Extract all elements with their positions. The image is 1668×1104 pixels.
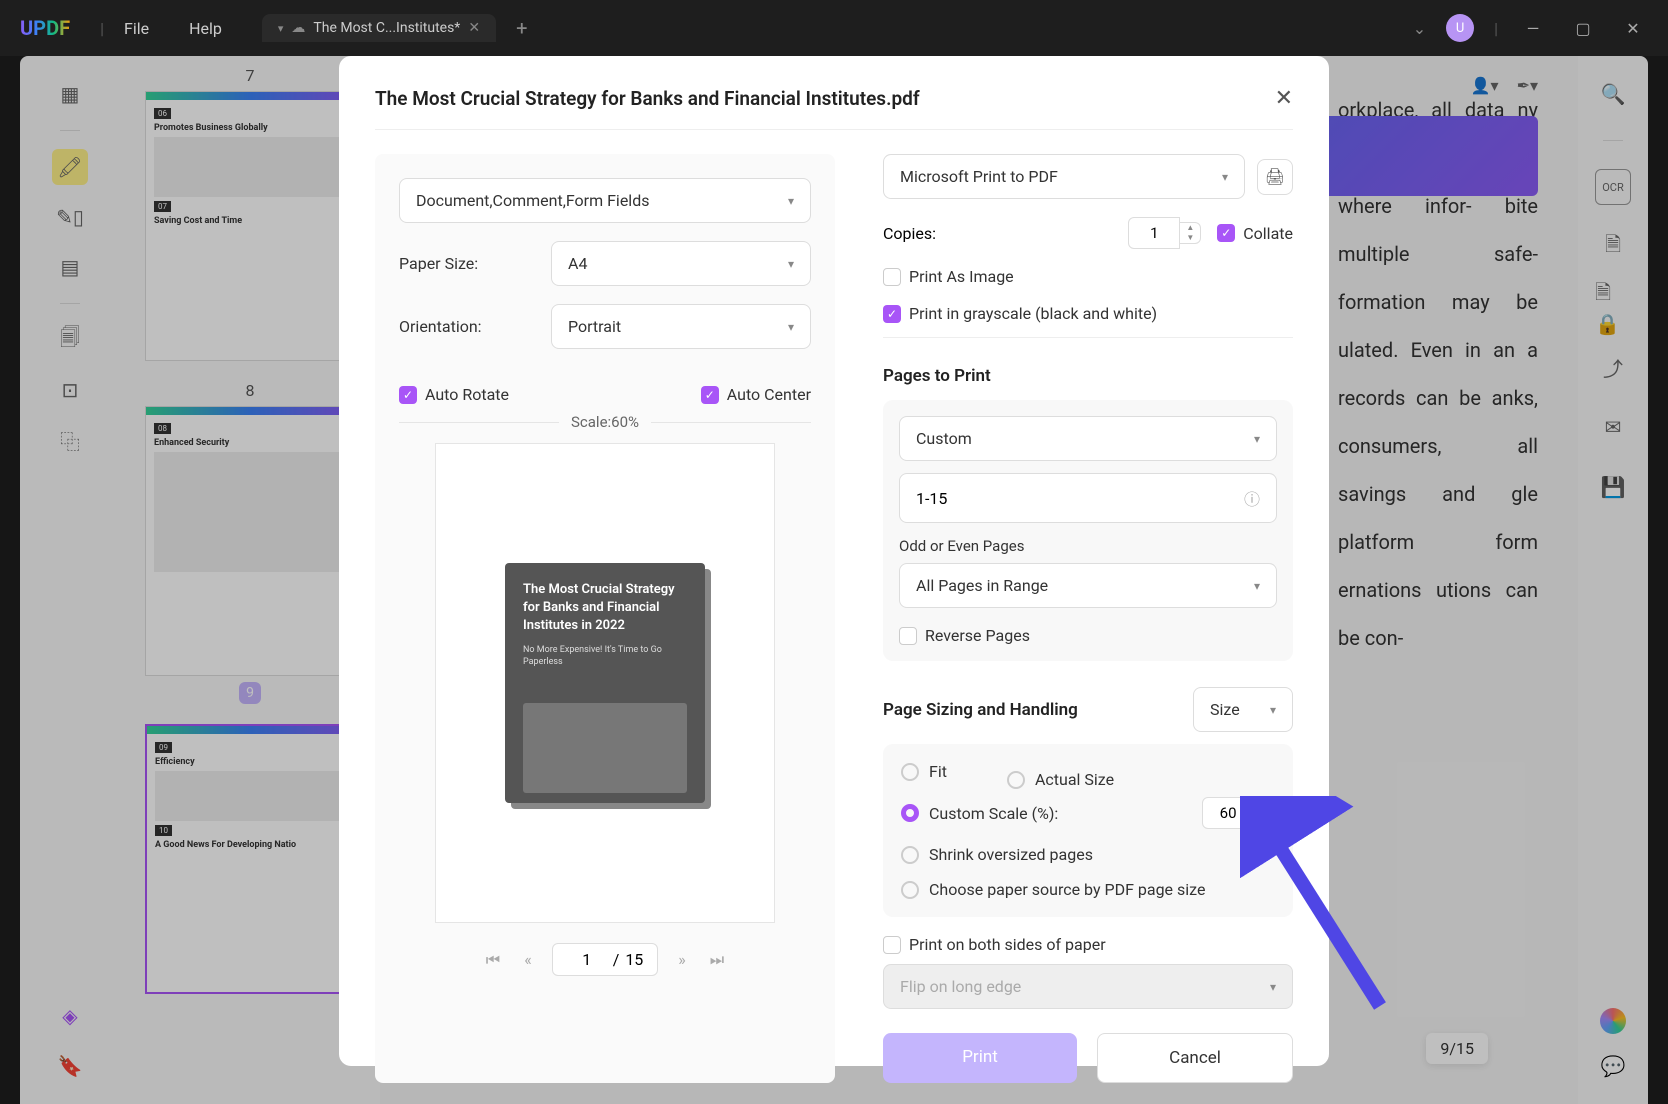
actual-size-radio[interactable] <box>1007 771 1025 789</box>
reverse-checkbox[interactable] <box>899 627 917 645</box>
close-tab-icon[interactable]: ✕ <box>468 20 480 36</box>
page-range-input[interactable]: 1-15 ⓘ <box>899 473 1277 523</box>
sizing-mode-select[interactable]: Size <box>1193 687 1293 732</box>
orientation-label: Orientation: <box>399 317 539 336</box>
cancel-button[interactable]: Cancel <box>1097 1033 1293 1083</box>
info-icon[interactable]: ⓘ <box>1244 486 1260 510</box>
close-icon[interactable]: ✕ <box>1275 86 1293 111</box>
cloud-icon: ☁ <box>291 20 305 36</box>
scale-spinner[interactable]: ▲▼ <box>1254 802 1275 824</box>
print-dialog-overlay: The Most Crucial Strategy for Banks and … <box>0 56 1668 1104</box>
prev-page-icon[interactable]: « <box>520 946 536 973</box>
help-menu[interactable]: Help <box>189 19 222 38</box>
print-as-image-checkbox[interactable] <box>883 268 901 286</box>
app-logo: UPDF <box>20 16 70 40</box>
odd-even-label: Odd or Even Pages <box>899 537 1277 555</box>
print-preview-panel: Document,Comment,Form Fields Paper Size:… <box>375 154 835 1083</box>
pages-to-print-title: Pages to Print <box>883 366 1293 386</box>
orientation-select[interactable]: Portrait <box>551 304 811 349</box>
maximize-button[interactable]: ▢ <box>1568 19 1598 38</box>
flip-select: Flip on long edge <box>883 964 1293 1009</box>
avatar[interactable]: U <box>1446 14 1474 42</box>
pages-mode-select[interactable]: Custom <box>899 416 1277 461</box>
last-page-icon[interactable]: ⏭ <box>706 946 728 974</box>
copies-spinner[interactable]: ▲▼ <box>1180 222 1201 244</box>
paper-size-label: Paper Size: <box>399 254 539 273</box>
both-sides-checkbox[interactable] <box>883 936 901 954</box>
new-tab-button[interactable]: + <box>516 16 527 40</box>
preview-paginator: ⏮ « / 15 » ⏭ <box>399 943 811 976</box>
minimize-button[interactable]: — <box>1518 19 1548 38</box>
grayscale-checkbox[interactable]: ✓ <box>883 305 901 323</box>
custom-scale-radio[interactable] <box>901 804 919 822</box>
copies-label: Copies: <box>883 224 936 243</box>
printer-icon[interactable]: 🖨 <box>1257 159 1293 195</box>
odd-even-select[interactable]: All Pages in Range <box>899 563 1277 608</box>
page-input[interactable] <box>567 950 607 969</box>
close-window-button[interactable]: ✕ <box>1618 19 1648 38</box>
document-tab[interactable]: ▾ ☁ The Most C...Institutes* ✕ <box>262 14 496 42</box>
paper-size-select[interactable]: A4 <box>551 241 811 286</box>
chevron-down-icon[interactable]: ⌄ <box>1413 19 1426 38</box>
modal-title: The Most Crucial Strategy for Banks and … <box>375 87 920 110</box>
next-page-icon[interactable]: » <box>674 946 690 973</box>
first-page-icon[interactable]: ⏮ <box>482 946 504 974</box>
printer-select[interactable]: Microsoft Print to PDF <box>883 154 1245 199</box>
file-menu[interactable]: File <box>124 19 149 38</box>
auto-center-checkbox[interactable]: ✓ <box>701 386 719 404</box>
print-settings-panel: Microsoft Print to PDF 🖨 Copies: ▲▼ ✓Col… <box>883 154 1293 1083</box>
sizing-title: Page Sizing and Handling <box>883 700 1078 720</box>
document-scope-select[interactable]: Document,Comment,Form Fields <box>399 178 811 223</box>
chevron-down-icon: ▾ <box>278 22 284 35</box>
scale-label: Scale:60% <box>559 413 651 431</box>
tab-title: The Most C...Institutes* <box>313 20 460 36</box>
fit-radio[interactable] <box>901 763 919 781</box>
custom-scale-input[interactable] <box>1202 797 1254 829</box>
total-pages: 15 <box>625 950 643 969</box>
print-preview: The Most Crucial Strategy for Banks and … <box>435 443 775 923</box>
collate-checkbox[interactable]: ✓ <box>1217 224 1235 242</box>
titlebar: UPDF | File Help ▾ ☁ The Most C...Instit… <box>0 0 1668 56</box>
copies-input[interactable] <box>1128 217 1180 249</box>
auto-rotate-checkbox[interactable]: ✓ <box>399 386 417 404</box>
print-button[interactable]: Print <box>883 1033 1077 1083</box>
choose-source-radio[interactable] <box>901 881 919 899</box>
shrink-radio[interactable] <box>901 846 919 864</box>
print-dialog: The Most Crucial Strategy for Banks and … <box>339 56 1329 1066</box>
